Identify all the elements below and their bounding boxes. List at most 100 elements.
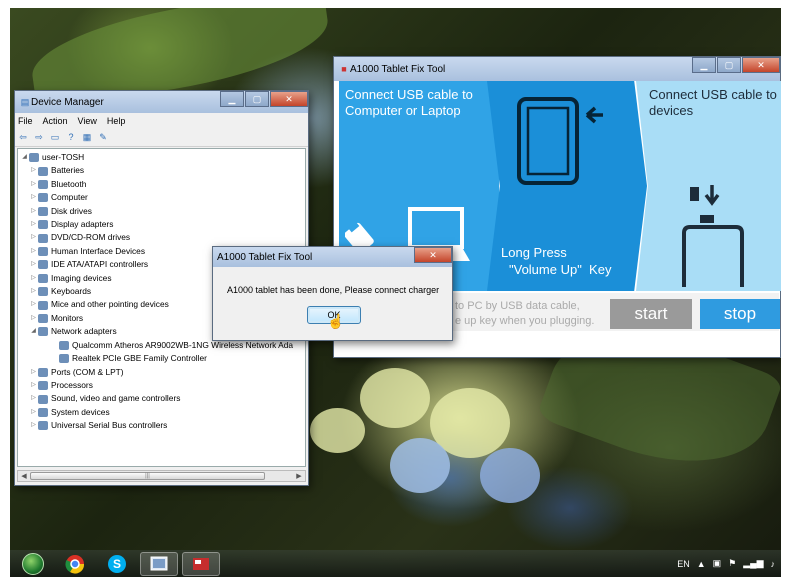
- message-dialog[interactable]: A1000 Tablet Fix Tool ✕ A1000 tablet has…: [212, 246, 453, 341]
- skype-taskbar-button[interactable]: S: [98, 552, 136, 576]
- stop-button[interactable]: stop: [700, 299, 780, 329]
- fix-tool-titlebar[interactable]: ■ A1000 Tablet Fix Tool ▁ ▢ ✕: [334, 57, 780, 81]
- tree-node[interactable]: ▷ Computer: [20, 191, 305, 204]
- device-category-icon: [38, 421, 48, 431]
- tree-node[interactable]: Realtek PCIe GBE Family Controller: [20, 352, 305, 365]
- menu-file[interactable]: File: [18, 116, 33, 126]
- fix-tool-icon: [193, 557, 209, 570]
- menu-help[interactable]: Help: [107, 116, 126, 126]
- action-center-icon[interactable]: ⚑: [728, 558, 736, 569]
- tree-node-label: Computer: [51, 192, 88, 203]
- tree-node[interactable]: ▷ Bluetooth: [20, 178, 305, 191]
- desktop: ▤ Device Manager ▁ ▢ ✕ File Action View …: [10, 8, 781, 577]
- expand-arrow-icon[interactable]: ▷: [29, 419, 38, 432]
- step-2-text-1: Long Press: [501, 245, 567, 260]
- signal-icon[interactable]: ▂▄▆: [743, 558, 763, 569]
- dialog-titlebar[interactable]: A1000 Tablet Fix Tool ✕: [213, 247, 452, 267]
- expand-arrow-icon[interactable]: ▷: [29, 218, 38, 231]
- system-tray: EN ▲ ▣ ⚑ ▂▄▆ ♪: [677, 550, 775, 577]
- expand-arrow-icon[interactable]: ▷: [29, 366, 38, 379]
- tree-node[interactable]: ▷ Processors: [20, 379, 305, 392]
- device-category-icon: [59, 340, 69, 350]
- expand-arrow-icon[interactable]: ▷: [29, 245, 38, 258]
- fix-tool-app-icon: ■: [341, 63, 347, 74]
- scroll-thumb[interactable]: |||: [30, 472, 265, 480]
- show-hidden-icons-icon[interactable]: ▲: [697, 559, 706, 569]
- minimize-button[interactable]: ▁: [692, 57, 716, 73]
- expand-arrow-icon[interactable]: ▷: [29, 191, 38, 204]
- menu-view[interactable]: View: [78, 116, 97, 126]
- back-icon[interactable]: ⇦: [17, 132, 29, 143]
- scan-icon[interactable]: ✎: [97, 132, 109, 143]
- expand-arrow-icon[interactable]: ▷: [29, 164, 38, 177]
- device-manager-titlebar[interactable]: ▤ Device Manager ▁ ▢ ✕: [15, 91, 308, 113]
- tree-node[interactable]: ▷ System devices: [20, 406, 305, 419]
- horizontal-scrollbar[interactable]: ◀ ||| ▶: [17, 470, 306, 482]
- expand-arrow-icon[interactable]: ▷: [29, 298, 38, 311]
- tree-node[interactable]: ▷ Sound, video and game controllers: [20, 392, 305, 405]
- chrome-taskbar-button[interactable]: [56, 552, 94, 576]
- expand-arrow-icon[interactable]: ▷: [29, 379, 38, 392]
- device-manager-icon: [150, 556, 168, 570]
- maximize-button[interactable]: ▢: [717, 57, 741, 73]
- device-category-icon: [38, 327, 48, 337]
- expand-arrow-icon[interactable]: ▷: [29, 406, 38, 419]
- expand-arrow-icon[interactable]: ▷: [29, 178, 38, 191]
- tree-node[interactable]: ▷ Ports (COM & LPT): [20, 366, 305, 379]
- tree-node-label: Disk drives: [51, 205, 92, 216]
- expand-arrow-icon[interactable]: ▷: [29, 258, 38, 271]
- expand-arrow-icon[interactable]: ▷: [29, 312, 38, 325]
- close-button[interactable]: ✕: [742, 57, 780, 73]
- tree-node[interactable]: ▷ Display adapters: [20, 218, 305, 231]
- collapse-arrow-icon[interactable]: ◢: [29, 325, 38, 338]
- language-indicator[interactable]: EN: [677, 559, 690, 569]
- device-category-icon: [38, 287, 48, 297]
- expand-arrow-icon[interactable]: ▷: [29, 205, 38, 218]
- fix-tool-taskbar-button[interactable]: [182, 551, 220, 576]
- device-category-icon: [38, 381, 48, 391]
- expand-arrow-icon[interactable]: ▷: [29, 285, 38, 298]
- device-manager-taskbar-button[interactable]: [140, 551, 178, 576]
- wallpaper-petal: [310, 408, 365, 453]
- expand-arrow-icon[interactable]: ▷: [29, 392, 38, 405]
- wallpaper-petal: [480, 448, 540, 503]
- tree-node[interactable]: ▷ DVD/CD-ROM drives: [20, 231, 305, 244]
- expand-arrow-icon[interactable]: ▷: [29, 272, 38, 285]
- dialog-close-button[interactable]: ✕: [414, 247, 452, 263]
- forward-icon[interactable]: ⇨: [33, 132, 45, 143]
- device-category-icon: [38, 180, 48, 190]
- device-category-icon: [38, 260, 48, 270]
- device-category-icon: [38, 193, 48, 203]
- tree-node-label: Human Interface Devices: [51, 245, 146, 256]
- start-button[interactable]: [14, 552, 52, 576]
- expand-arrow-icon[interactable]: ▷: [29, 231, 38, 244]
- device-category-icon: [38, 166, 48, 176]
- chrome-icon: [65, 554, 85, 574]
- maximize-button[interactable]: ▢: [245, 91, 269, 107]
- scroll-right-icon[interactable]: ▶: [293, 472, 305, 480]
- tree-node[interactable]: ▷ Disk drives: [20, 205, 305, 218]
- properties-icon[interactable]: ▭: [49, 132, 61, 143]
- menu-action[interactable]: Action: [43, 116, 68, 126]
- minimize-button[interactable]: ▁: [220, 91, 244, 107]
- tree-node-label: Mice and other pointing devices: [51, 299, 169, 310]
- toolbar: ⇦ ⇨ ▭ ? ▦ ✎: [15, 129, 308, 147]
- collapse-arrow-icon[interactable]: ◢: [20, 151, 29, 164]
- volume-icon[interactable]: ♪: [771, 559, 776, 569]
- close-button[interactable]: ✕: [270, 91, 308, 107]
- tree-node-label: Keyboards: [51, 286, 92, 297]
- scroll-left-icon[interactable]: ◀: [18, 472, 30, 480]
- dialog-message: A1000 tablet has been done, Please conne…: [227, 285, 440, 295]
- tree-node-label: Display adapters: [51, 219, 114, 230]
- tree-node-label: Monitors: [51, 312, 84, 323]
- tree-node-label: IDE ATA/ATAPI controllers: [51, 259, 149, 270]
- tree-node[interactable]: ▷ Universal Serial Bus controllers: [20, 419, 305, 432]
- help-icon[interactable]: ?: [65, 132, 77, 143]
- tree-node[interactable]: ▷ Batteries: [20, 164, 305, 177]
- start-button[interactable]: start: [610, 299, 692, 329]
- device-category-icon: [38, 247, 48, 257]
- network-icon[interactable]: ▣: [713, 558, 722, 569]
- tree-node[interactable]: ◢ user-TOSH: [20, 151, 305, 164]
- view-icon[interactable]: ▦: [81, 132, 93, 143]
- skype-icon: S: [108, 554, 126, 573]
